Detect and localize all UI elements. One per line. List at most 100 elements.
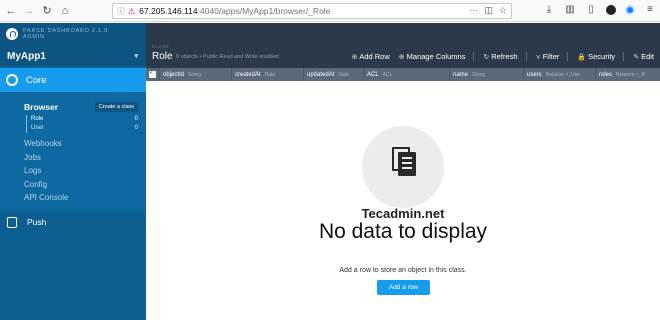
column-header[interactable]: roles Relation <_R	[596, 68, 660, 81]
security-button[interactable]: 🔒 Security	[577, 52, 615, 61]
home-icon[interactable]: ⌂	[58, 4, 72, 18]
action-label: Security	[588, 52, 616, 61]
url-host: 67.205.146.114	[139, 6, 198, 16]
column-type: Date	[264, 71, 276, 78]
add-a-row-button[interactable]: Add a row	[377, 280, 430, 295]
class-header: CLASS Role 0 objects • Public Read and W…	[146, 23, 660, 68]
column-header-row: objectIdString createdAtDate updatedAtDa…	[146, 68, 660, 81]
watermark: Tecadmin.net	[361, 206, 445, 221]
class-item-user[interactable]: User 0	[31, 124, 146, 133]
column-type: Date	[338, 71, 349, 78]
manage-columns-button[interactable]: ⊕ Manage Columns	[399, 52, 466, 61]
class-item-role[interactable]: Role 0	[31, 115, 146, 124]
empty-state-description: Add a row to store an object in this cla…	[339, 267, 467, 274]
column-header[interactable]: users Relation <_Use	[524, 68, 596, 81]
divider	[623, 52, 625, 61]
sidebar-item-logs[interactable]: Logs	[24, 164, 146, 178]
column-name: createdAt	[235, 71, 261, 78]
class-count: 0	[134, 116, 138, 122]
sidebar-item-webhooks[interactable]: Webhooks	[24, 137, 146, 151]
parse-logo-icon	[6, 28, 18, 40]
sidebar: PARSE DASHBOARD 2.1.0 ADMIN MyApp1 ▾ Cor…	[0, 23, 146, 320]
empty-state-title: No data to display	[318, 220, 488, 243]
column-type: String	[472, 71, 486, 78]
refresh-button[interactable]: ↻ Refresh	[483, 52, 517, 61]
filter-icon: ⋎	[535, 53, 541, 61]
filter-button[interactable]: ⋎ Filter	[536, 52, 560, 61]
column-type: Relation <_R	[616, 71, 646, 78]
browser-toolbar: ← → ↻ ⌂ ⓘ ⚠ 67.205.146.114:4040/apps/MyA…	[0, 0, 660, 22]
page-title: Role	[152, 51, 173, 62]
sidebar-item-push[interactable]: Push	[0, 211, 146, 233]
column-header[interactable]: objectId String	[160, 68, 232, 81]
class-name: Role	[31, 116, 44, 122]
lock-icon: 🔒	[577, 53, 587, 61]
edit-button[interactable]: ✎ Edit	[633, 52, 654, 61]
create-class-button[interactable]: Create a class	[94, 102, 138, 112]
checkbox-icon	[149, 69, 156, 78]
class-count: 0	[134, 125, 138, 131]
divider	[525, 52, 527, 61]
core-submenu: Browser Create a class Role 0 User 0 Web…	[0, 92, 146, 205]
class-list: Role 0 User 0	[26, 115, 146, 133]
column-name: roles	[599, 71, 613, 78]
select-all-checkbox[interactable]	[146, 68, 160, 81]
app-selector[interactable]: MyApp1 ▾	[0, 45, 146, 67]
sidebar-item-core[interactable]: Core	[0, 68, 146, 92]
sidebar-item-config[interactable]: Config	[24, 178, 146, 192]
column-type: Relation <_Use	[545, 71, 580, 78]
add-row-button[interactable]: ⊕ Add Row	[351, 52, 389, 61]
column-name: objectId	[163, 71, 185, 78]
class-name: User	[31, 125, 44, 131]
ellipsis-icon[interactable]: ···	[469, 5, 478, 16]
library-icon[interactable]: ▥	[564, 4, 576, 16]
column-type: String	[188, 71, 202, 78]
dashboard-logo: PARSE DASHBOARD 2.1.0 ADMIN	[0, 23, 146, 45]
column-header[interactable]: updatedAt Date	[304, 68, 364, 81]
forward-icon[interactable]: →	[22, 4, 36, 18]
column-name: users	[527, 71, 542, 78]
divider	[567, 52, 569, 61]
sidebar-item-jobs[interactable]: Jobs	[24, 151, 146, 165]
extension-icon[interactable]	[625, 5, 635, 15]
edit-icon: ✎	[633, 53, 640, 61]
divider	[473, 52, 475, 61]
sidebar-item-api-console[interactable]: API Console	[24, 191, 146, 205]
column-header[interactable]: createdAt Date	[232, 68, 304, 81]
pocket-icon[interactable]: ◫	[484, 5, 493, 16]
column-type: ACL	[382, 71, 393, 78]
url-bar[interactable]: ⓘ ⚠ 67.205.146.114:4040/apps/MyApp1/brow…	[112, 3, 512, 19]
sidebar-icon[interactable]: ▯	[585, 4, 597, 16]
menu-icon[interactable]: ≡	[644, 4, 656, 16]
app-name: MyApp1	[7, 50, 46, 62]
download-icon[interactable]: ⤓	[543, 4, 555, 16]
plus-circle-icon: ⊕	[351, 53, 358, 61]
chevron-down-icon: ▾	[134, 53, 138, 60]
sidebar-item-browser[interactable]: Browser	[24, 102, 58, 112]
action-label: Refresh	[491, 52, 518, 61]
url-path: :4040/apps/MyApp1/browser/_Role	[197, 6, 331, 16]
header-toolbar: ⊕ Add Row ⊕ Manage Columns ↻ Refresh ⋎ F…	[342, 52, 654, 61]
column-name: ACL	[367, 71, 379, 78]
column-header[interactable]: name String	[450, 68, 524, 81]
logo-subtitle: ADMIN	[23, 34, 45, 40]
reload-icon[interactable]: ↻	[40, 4, 54, 18]
column-name: name	[453, 71, 469, 78]
column-name: updatedAt	[307, 71, 335, 78]
action-label: Add Row	[359, 52, 390, 61]
bookmark-star-icon[interactable]: ☆	[499, 5, 507, 16]
section-label: CLASS	[152, 44, 170, 49]
column-header[interactable]: ACL ACL	[364, 68, 450, 81]
sidebar-item-label: Push	[27, 217, 47, 227]
class-subtitle: 0 objects • Public Read and Write enable…	[176, 54, 279, 60]
sidebar-item-label: Core	[26, 74, 47, 86]
action-label: Filter	[542, 52, 560, 61]
empty-state-illustration	[362, 126, 444, 208]
insecure-lock-icon: ⚠	[128, 6, 136, 16]
data-browser-content: Tecadmin.net No data to display Add a ro…	[146, 81, 660, 320]
action-label: Manage Columns	[406, 52, 466, 61]
back-icon[interactable]: ←	[4, 4, 18, 18]
action-label: Edit	[641, 52, 654, 61]
info-icon[interactable]: ⓘ	[117, 6, 125, 17]
account-icon[interactable]	[606, 5, 616, 15]
